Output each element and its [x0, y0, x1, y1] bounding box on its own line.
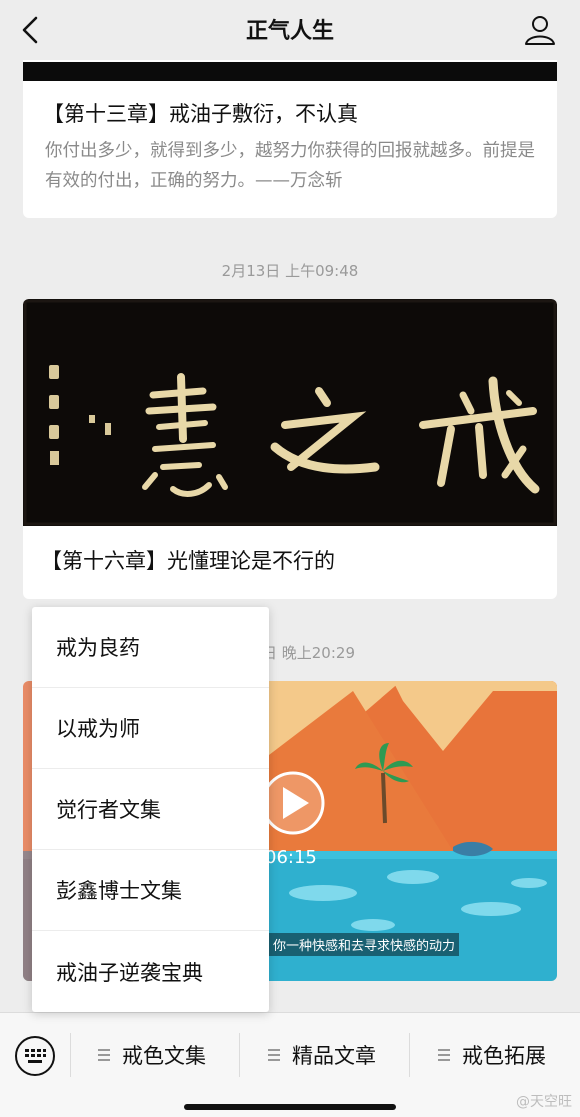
menu-lines-icon — [98, 1049, 110, 1061]
video-duration: 06:15 — [265, 847, 317, 868]
menu-lines-icon — [268, 1049, 280, 1061]
calligraphy-banner-image — [23, 299, 557, 526]
article-card[interactable]: 【第十三章】戒油子敷衍，不认真 你付出多少，就得到多少，越努力你获得的回报就越多… — [23, 40, 557, 218]
submenu-item[interactable]: 以戒为师 — [32, 688, 269, 769]
submenu-item[interactable]: 彭鑫博士文集 — [32, 850, 269, 931]
nav-header: 正气人生 — [0, 0, 580, 60]
article-card[interactable]: 【第十六章】光懂理论是不行的 — [23, 299, 557, 599]
page-title: 正气人生 — [245, 19, 334, 44]
divider — [70, 1033, 71, 1077]
submenu-popup: 戒为良药 以戒为师 觉行者文集 彭鑫博士文集 戒油子逆袭宝典 — [32, 607, 269, 1012]
menu-tab-extension[interactable]: 戒色拓展 — [438, 1033, 546, 1077]
profile-icon[interactable] — [522, 12, 558, 48]
video-subtitle: 你一种快感和去寻求快感的动力 — [269, 933, 460, 956]
submenu-item[interactable]: 戒油子逆袭宝典 — [32, 931, 269, 1012]
menu-tab-label: 精品文章 — [292, 1044, 376, 1068]
message-timestamp: 2月13日 上午09:48 — [221, 262, 359, 280]
home-indicator — [184, 1104, 396, 1110]
article-title: 【第十六章】光懂理论是不行的 — [41, 549, 335, 573]
keyboard-toggle-icon[interactable] — [14, 1035, 56, 1077]
submenu-item[interactable]: 戒为良药 — [32, 607, 269, 688]
article-summary: 你付出多少，就得到多少，越努力你获得的回报就越多。前提是有效的付出，正确的努力。… — [45, 141, 535, 191]
divider — [239, 1033, 240, 1077]
watermark: @天空旺 — [516, 1094, 572, 1110]
cover-image-strip — [23, 62, 557, 81]
bottom-menu-bar: 戒色文集 精品文章 戒色拓展 @天空旺 — [0, 1012, 580, 1117]
menu-lines-icon — [438, 1049, 450, 1061]
article-title: 【第十三章】戒油子敷衍，不认真 — [43, 102, 358, 126]
menu-tab-featured[interactable]: 精品文章 — [268, 1033, 376, 1077]
menu-tab-label: 戒色拓展 — [462, 1044, 546, 1068]
divider — [409, 1033, 410, 1077]
message-timestamp: 日 晚上20:29 — [262, 644, 355, 662]
menu-tab-collection[interactable]: 戒色文集 — [98, 1033, 206, 1077]
submenu-item[interactable]: 觉行者文集 — [32, 769, 269, 850]
menu-tab-label: 戒色文集 — [122, 1044, 206, 1068]
